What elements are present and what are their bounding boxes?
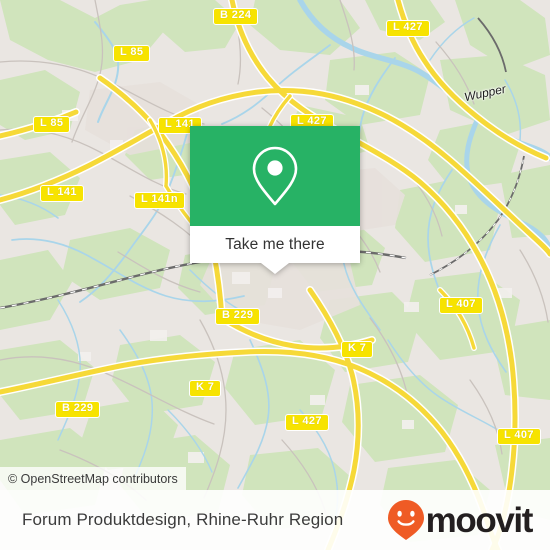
take-me-there-button[interactable]: Take me there [190, 226, 360, 263]
road-shield: L 407 [497, 428, 541, 445]
moovit-wordmark: moovit [425, 500, 534, 540]
road-shield: L 427 [285, 414, 329, 431]
callout-icon-panel [190, 126, 360, 226]
callout-pointer-tip [261, 263, 289, 274]
road-shield: L 85 [33, 116, 71, 133]
moovit-smiley-pin-icon [387, 500, 424, 540]
bottom-info-bar: Forum Produktdesign, Rhine-Ruhr Region m… [0, 490, 550, 550]
road-shield: L 141 [40, 185, 84, 202]
road-shield: L 407 [439, 297, 483, 314]
location-pin-icon [252, 146, 298, 206]
place-title: Forum Produktdesign, Rhine-Ruhr Region [22, 510, 344, 529]
location-callout-card[interactable]: Take me there [190, 126, 360, 274]
map-screen: B 224 L 427 L 85 L 85 L 141 L 427 L 141 L 141n B… [0, 0, 550, 550]
road-shield: K 7 [189, 380, 222, 397]
road-shield: K 7 [341, 341, 374, 358]
road-shield: B 229 [55, 401, 101, 418]
road-shield: L 141n [134, 192, 186, 209]
moovit-brand[interactable]: moovit [387, 499, 534, 541]
take-me-there-label: Take me there [225, 235, 325, 253]
road-shield: L 427 [386, 20, 430, 37]
osm-attribution[interactable]: © OpenStreetMap contributors [0, 467, 186, 490]
road-shield: L 85 [113, 45, 151, 62]
road-shield: B 229 [215, 308, 261, 325]
osm-attribution-text: © OpenStreetMap contributors [8, 471, 178, 486]
road-shield: B 224 [213, 8, 259, 25]
